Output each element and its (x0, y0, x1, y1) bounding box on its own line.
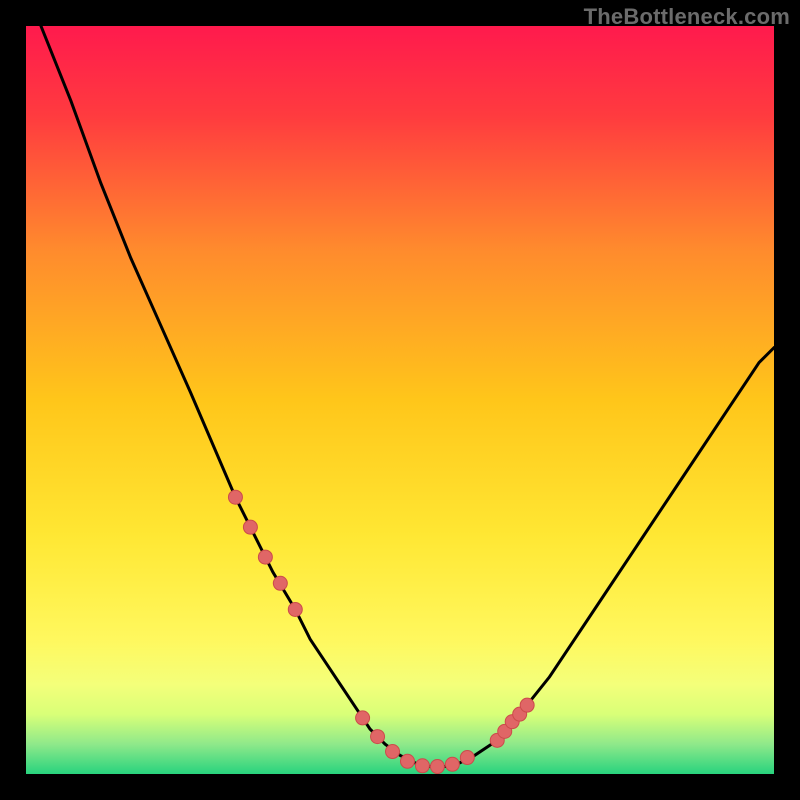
data-point-marker (520, 698, 534, 712)
gradient-background (26, 26, 774, 774)
data-point-marker (228, 490, 242, 504)
data-point-marker (258, 550, 272, 564)
data-point-marker (371, 730, 385, 744)
data-point-marker (356, 711, 370, 725)
data-point-marker (400, 754, 414, 768)
data-point-marker (460, 751, 474, 765)
data-point-marker (273, 576, 287, 590)
data-point-marker (415, 759, 429, 773)
data-point-marker (243, 520, 257, 534)
watermark-text: TheBottleneck.com (584, 4, 790, 30)
data-point-marker (430, 760, 444, 774)
bottleneck-chart (26, 26, 774, 774)
data-point-marker (386, 745, 400, 759)
data-point-marker (288, 602, 302, 616)
data-point-marker (445, 757, 459, 771)
chart-frame (26, 26, 774, 774)
